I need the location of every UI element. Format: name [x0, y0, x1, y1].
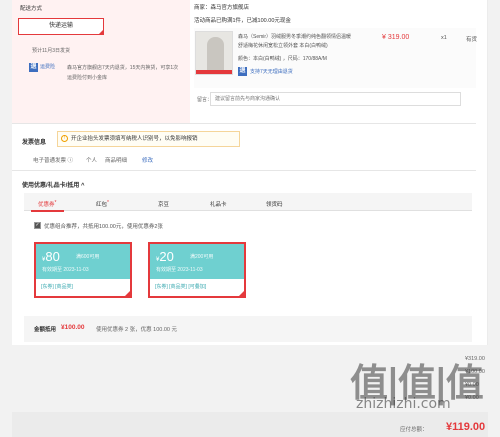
tab-star: * [107, 200, 109, 206]
product-qty: x1 [441, 35, 447, 41]
tab-jd-beans[interactable]: 京豆 [158, 200, 169, 208]
tab-label: 京豆 [158, 202, 170, 208]
product-image-banner [196, 70, 232, 74]
return-policy: 支持7天无理由退货 [250, 69, 293, 75]
tab-label: 红包 [96, 202, 108, 208]
divider [12, 123, 476, 124]
coupon-condition: 满200可用 [190, 254, 214, 260]
coupon-tabbar [24, 193, 472, 211]
product-image[interactable] [195, 31, 233, 75]
return-insurance-tag[interactable]: 运费险 [40, 63, 55, 70]
coupon-selected-icon [237, 289, 246, 298]
invoice-person: 个人 [86, 158, 98, 164]
tab-red-packet[interactable]: 红包* [96, 200, 109, 208]
shop-name: 商家：森马官方旗舰店 [194, 5, 250, 11]
promo-text: 活动商品已购满1件，已减100.00元现金 [194, 18, 291, 24]
coupon-summary-desc: 使用优惠券 2 张，优惠 100.00 元 [96, 327, 177, 333]
tab-label: 优惠券 [38, 202, 55, 208]
coupon-tags: [东券] [商品类] [可叠加] [150, 279, 244, 296]
return-insurance-icon: 退 [29, 63, 38, 72]
coupon-condition: 满600可用 [76, 254, 100, 260]
active-tab-indicator [31, 210, 64, 212]
product-title[interactable]: 森马（Semir）羽绒服男冬季潮约纯色翻领情侣温暖舒适梅花休闲宽松立领外套 本白… [238, 33, 354, 51]
express-label: 快递运输 [48, 23, 73, 29]
coupon-tags: [东券] [商品类] [36, 279, 130, 296]
invoice-type: 电子普通发票 ⓘ [33, 158, 74, 164]
coupon-section-title[interactable]: 使用优惠/礼品卡/抵用 ^ [22, 180, 85, 189]
coupon-summary-amount: ¥100.00 [61, 324, 85, 331]
tab-label: 礼品卡 [210, 202, 227, 208]
tab-gift-card[interactable]: 礼品卡 [210, 200, 227, 208]
selected-corner-icon [98, 29, 104, 35]
product-price: ¥ 319.00 [382, 34, 410, 41]
remark-input[interactable] [210, 92, 461, 106]
coupon-value: 80 [45, 249, 60, 264]
tab-star: * [54, 200, 57, 206]
coupon-expire: 有效期至 2023-11-03 [156, 267, 203, 273]
coupon-combo-label: 优惠组合推荐，共抵用100.00元，使用优惠券2张 [44, 224, 163, 230]
coupon-card[interactable]: ¥20 满200可用 有效期至 2023-11-03 [东券] [商品类] [可… [148, 242, 246, 298]
invoice-tip: 开企业抬头发票须填写纳税人识别号，以免影响报销 [57, 131, 240, 147]
return-icon: 退 [238, 67, 247, 76]
coupon-expire: 有效期至 2023-11-03 [42, 267, 89, 273]
coupon-amount: ¥80 [42, 249, 60, 264]
coupon-summary-bar [24, 316, 472, 342]
product-spec: 颜色：本白(白鸭绒) ，尺码：170/88A/M [238, 56, 327, 62]
invoice-title: 发票信息 [22, 140, 47, 146]
coupon-combo-checkbox[interactable]: ✓ [34, 222, 41, 229]
coupon-summary-label: 金额抵用 [34, 327, 57, 333]
pay-amount: ¥119.00 [446, 421, 486, 433]
invoice-detail: 商品明细 [105, 158, 128, 164]
info-icon: ! [61, 135, 68, 142]
return-insurance-desc: 森马官方旗舰店7天内退货，15天内换货，可享1次运费险付到小金库 [67, 65, 179, 81]
tab-coupons[interactable]: 优惠券* [38, 200, 56, 208]
tab-pickup-code[interactable]: 领货码 [266, 200, 283, 208]
pay-label: 应付总额： [400, 427, 428, 433]
coupon-selected-icon [123, 289, 132, 298]
express-delivery-button[interactable]: 快递运输 [18, 18, 104, 35]
delivery-label: 配送方式 [20, 6, 43, 12]
coupon-value: 20 [159, 249, 174, 264]
ship-date: 预计11月3日发货 [32, 48, 70, 54]
divider [12, 170, 476, 171]
coupon-amount: ¥20 [156, 249, 174, 264]
tab-label: 领货码 [266, 202, 283, 208]
coupon-card[interactable]: ¥80 满600可用 有效期至 2023-11-03 [东券] [商品类] [34, 242, 132, 298]
invoice-edit-link[interactable]: 修改 [142, 156, 153, 164]
watermark-url: zhizhizhi.com [356, 396, 451, 412]
product-stock: 有货 [466, 37, 478, 43]
